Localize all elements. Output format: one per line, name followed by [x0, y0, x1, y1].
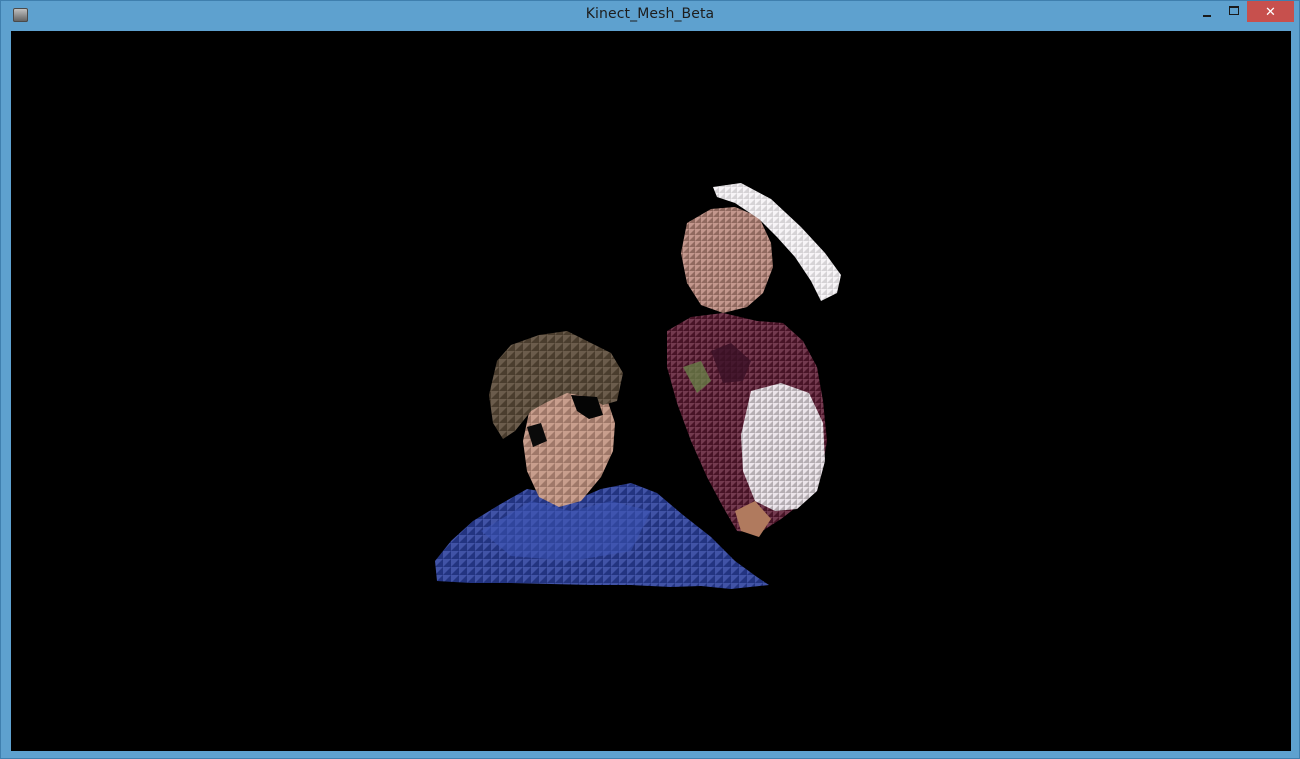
render-viewport[interactable]	[11, 31, 1291, 751]
minimize-button[interactable]	[1193, 1, 1220, 22]
window-title: Kinect_Mesh_Beta	[585, 6, 715, 22]
maximize-button[interactable]	[1220, 1, 1247, 22]
close-icon: ✕	[1265, 4, 1276, 20]
app-window: Kinect_Mesh_Beta ✕	[0, 0, 1300, 759]
minimize-icon	[1202, 14, 1211, 17]
mesh-canvas	[435, 183, 841, 589]
title-bar[interactable]: Kinect_Mesh_Beta ✕	[1, 1, 1299, 31]
close-button[interactable]: ✕	[1247, 1, 1294, 22]
maximize-icon	[1228, 6, 1239, 15]
mesh-person-back	[667, 183, 841, 537]
